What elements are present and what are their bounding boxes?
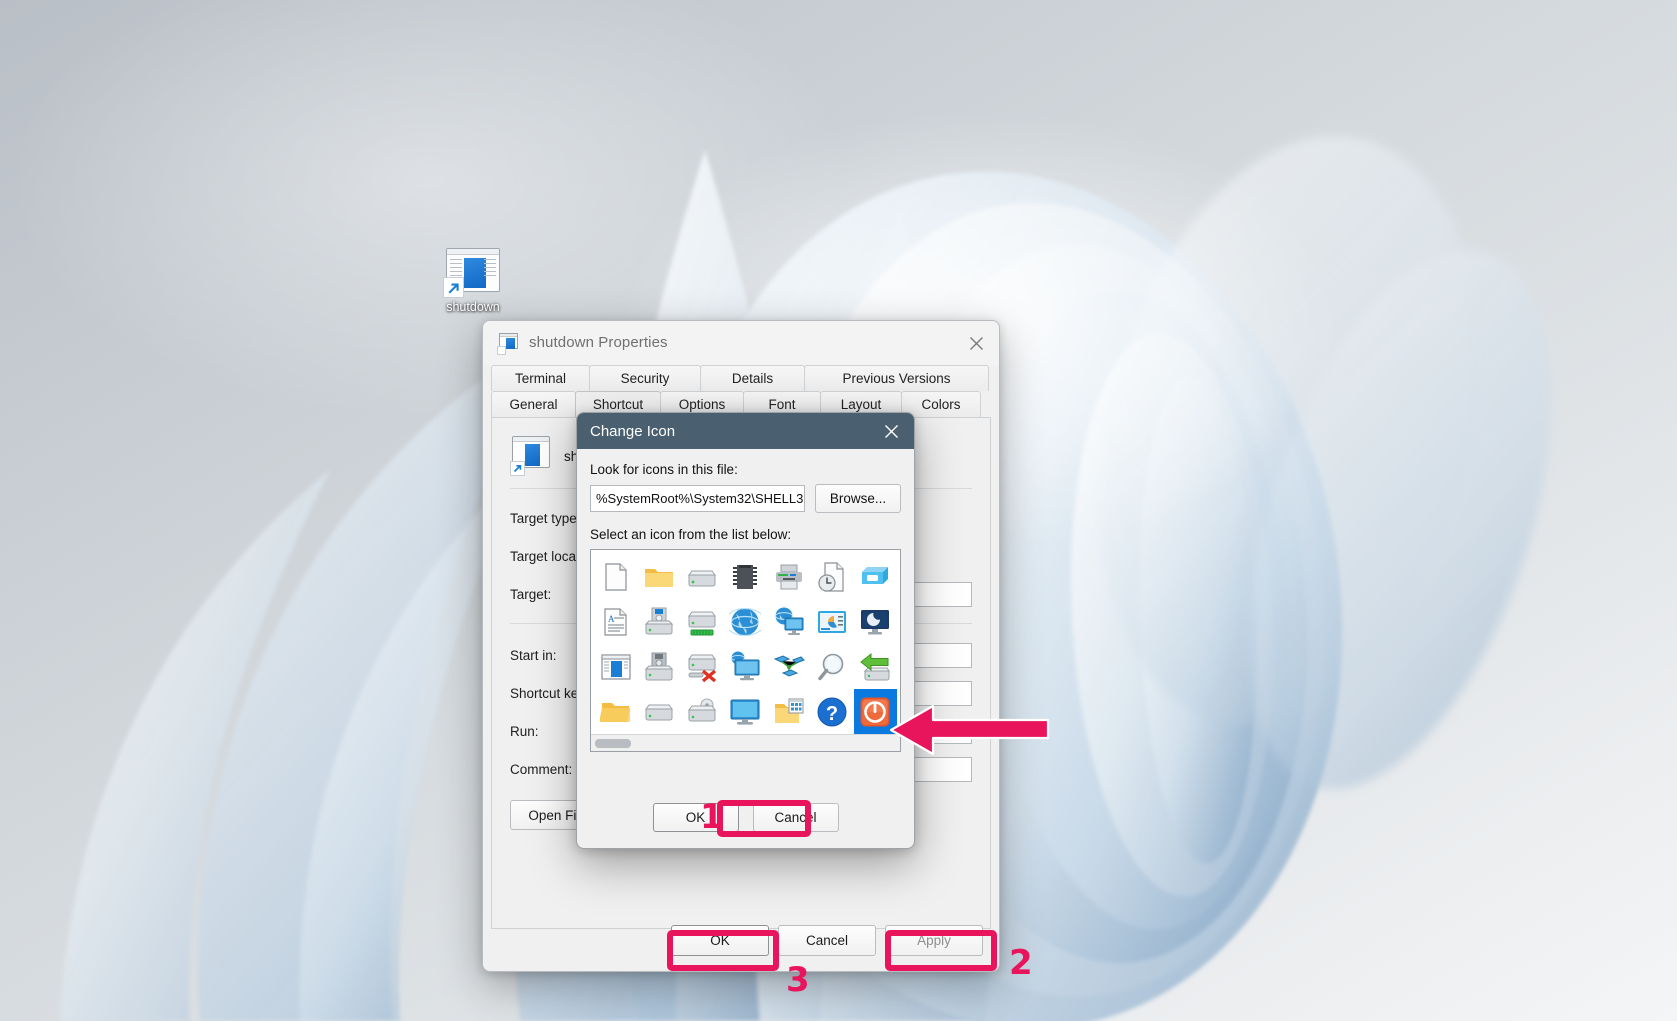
close-icon[interactable]: [953, 321, 999, 365]
icon-file-row: %SystemRoot%\System32\SHELL32 Browse...: [590, 484, 901, 513]
shortcut-arrow-icon: [443, 277, 464, 298]
icon-network-card-icon[interactable]: [854, 554, 897, 599]
change-icon-titlebar: Change Icon: [577, 413, 914, 449]
tab-security[interactable]: Security: [589, 365, 701, 391]
annotation-number-1: 1: [700, 797, 724, 837]
icon-search-magnifier-icon[interactable]: [810, 644, 853, 689]
change-icon-ok-button[interactable]: OK: [652, 802, 739, 832]
chevron-down-icon: ▾: [961, 725, 967, 737]
icon-folder-icon[interactable]: [637, 554, 680, 599]
tab-previous-versions[interactable]: Previous Versions: [804, 365, 989, 391]
change-icon-title: Change Icon: [590, 422, 676, 440]
desktop-shortcut-shutdown[interactable]: shutdown: [425, 248, 521, 315]
tab-details[interactable]: Details: [700, 365, 805, 391]
change-icon-cancel-button[interactable]: Cancel: [752, 802, 839, 832]
properties-titlebar: shutdown Properties: [483, 321, 999, 365]
icon-window-panel-icon[interactable]: [594, 644, 637, 689]
icon-folder-grid-icon[interactable]: [767, 689, 810, 734]
icon-memory-chip-icon[interactable]: [724, 554, 767, 599]
tab-row-upper: Terminal Security Details Previous Versi…: [491, 365, 991, 391]
icon-help-question-icon[interactable]: ?: [810, 689, 853, 734]
desktop: shutdown shutdown Properties Terminal Se…: [0, 0, 1677, 1021]
icon-green-drive-icon[interactable]: [681, 599, 724, 644]
shortcut-window-icon: [497, 332, 519, 355]
icon-floppy-disk-drive-icon[interactable]: [637, 644, 680, 689]
svg-text:A: A: [608, 614, 615, 624]
icon-hard-drive-icon[interactable]: [681, 554, 724, 599]
svg-text:?: ?: [826, 703, 838, 725]
icon-green-arrow-drive-icon[interactable]: [854, 644, 897, 689]
icon-globe-icon[interactable]: [724, 599, 767, 644]
icon-listbox[interactable]: A ?: [590, 549, 901, 752]
tab-terminal[interactable]: Terminal: [491, 365, 590, 391]
browse-button[interactable]: Browse...: [815, 484, 901, 513]
properties-title: shutdown Properties: [529, 334, 668, 351]
icon-text-document-icon[interactable]: A: [594, 599, 637, 644]
annotation-number-2: 2: [1009, 943, 1033, 983]
shortcut-window-icon: [510, 436, 552, 476]
look-for-icons-label: Look for icons in this file:: [590, 462, 738, 477]
icon-monitor-icon[interactable]: [724, 689, 767, 734]
properties-ok-button[interactable]: OK: [671, 924, 769, 956]
annotation-number-3: 3: [786, 960, 810, 1000]
select-icon-label: Select an icon from the list below:: [590, 527, 792, 542]
properties-apply-button[interactable]: Apply: [885, 924, 983, 956]
icon-internet-computer-icon[interactable]: [767, 599, 810, 644]
properties-tabstrip: Terminal Security Details Previous Versi…: [483, 365, 999, 417]
icon-printer-icon[interactable]: [767, 554, 810, 599]
properties-cancel-button[interactable]: Cancel: [778, 924, 876, 956]
shortcut-window-icon: [443, 248, 500, 298]
icon-grid: A ?: [591, 550, 900, 734]
icon-recent-document-icon[interactable]: [810, 554, 853, 599]
horizontal-scrollbar[interactable]: [591, 734, 900, 751]
scrollbar-thumb[interactable]: [595, 739, 631, 748]
tab-colors[interactable]: Colors: [901, 391, 981, 417]
icon-network-nodes-icon[interactable]: [767, 644, 810, 689]
desktop-shortcut-label: shutdown: [446, 300, 500, 314]
tab-general[interactable]: General: [491, 391, 576, 417]
properties-footer: OK Cancel Apply: [483, 909, 999, 971]
change-icon-footer: OK Cancel: [577, 786, 914, 848]
icon-disconnected-drive-icon[interactable]: [681, 644, 724, 689]
change-icon-dialog: Change Icon Look for icons in this file:…: [576, 412, 915, 849]
icon-sleep-moon-icon[interactable]: [854, 599, 897, 644]
icon-cd-drive-icon[interactable]: [681, 689, 724, 734]
icon-network-computer-icon[interactable]: [724, 644, 767, 689]
icon-floppy-drive-icon[interactable]: [637, 599, 680, 644]
icon-file-input[interactable]: %SystemRoot%\System32\SHELL32: [590, 485, 805, 512]
icon-blank-document-icon[interactable]: [594, 554, 637, 599]
icon-drive-icon-2[interactable]: [637, 689, 680, 734]
icon-open-folder-icon[interactable]: [594, 689, 637, 734]
icon-display-settings-icon[interactable]: [810, 599, 853, 644]
icon-shutdown-power-icon[interactable]: [853, 689, 897, 734]
close-icon[interactable]: [874, 414, 908, 448]
